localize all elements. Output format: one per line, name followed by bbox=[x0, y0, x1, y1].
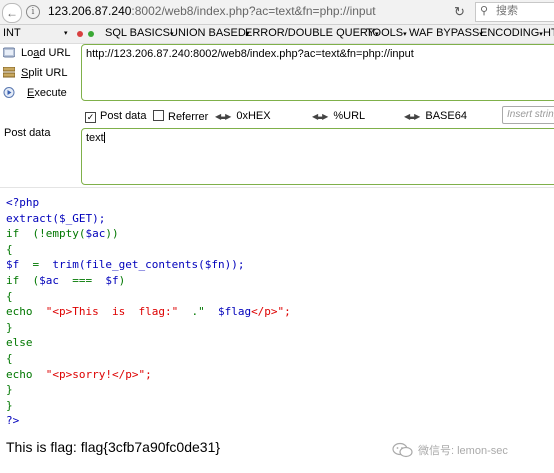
split-url-icon bbox=[3, 67, 15, 78]
hex-label: 0xHEX bbox=[236, 110, 271, 122]
menu-tools-label: TOOLS bbox=[366, 27, 404, 39]
reload-icon[interactable]: ↻ bbox=[454, 4, 465, 20]
hex-arrows-icon: ◀▬▶ bbox=[215, 112, 231, 121]
menu-encoding-label: ENCODING bbox=[480, 27, 540, 39]
execute-label: Execute bbox=[27, 87, 67, 99]
code-line-9: } bbox=[6, 320, 13, 334]
watermark-text: 微信号: lemon-sec bbox=[418, 445, 508, 457]
browser-url-bar: ← i 123.206.87.240:8002/web8/index.php?a… bbox=[0, 0, 554, 25]
type-select[interactable]: INT bbox=[3, 27, 21, 39]
load-url-button[interactable]: Load URL bbox=[3, 47, 71, 63]
search-icon: ⚲ bbox=[480, 5, 489, 17]
url-encode-label: %URL bbox=[333, 110, 366, 122]
address-field[interactable]: 123.206.87.240:8002/web8/index.php?ac=te… bbox=[48, 4, 376, 18]
post-data-textarea[interactable]: text bbox=[81, 128, 554, 185]
split-url-button[interactable]: Split URL bbox=[3, 67, 67, 83]
load-url-icon bbox=[3, 47, 15, 58]
referrer-checkbox[interactable]: Referrer bbox=[153, 110, 208, 123]
back-arrow-icon[interactable]: ← bbox=[2, 3, 22, 23]
menu-sql-basics-label: SQL BASICS bbox=[105, 27, 171, 39]
base64-control[interactable]: ◀▬▶ BASE64 bbox=[404, 110, 467, 122]
base64-label: BASE64 bbox=[425, 110, 467, 122]
code-line-13: } bbox=[6, 383, 13, 397]
menu-waf-bypass-label: WAF BYPASS bbox=[409, 27, 480, 39]
watermark: 微信号: lemon-sec bbox=[392, 442, 508, 458]
menu-waf-bypass[interactable]: WAF BYPASS▾ bbox=[409, 27, 483, 39]
search-box[interactable]: ⚲ bbox=[475, 2, 554, 22]
referrer-checkbox-label: Referrer bbox=[168, 111, 209, 123]
url-path: :8002/web8/index.php?ac=text&fn=php://in… bbox=[131, 4, 376, 18]
menu-sql-basics[interactable]: SQL BASICS▾ bbox=[105, 27, 174, 39]
green-dot-icon[interactable] bbox=[88, 31, 94, 37]
code-line-2: extract($_GET); bbox=[6, 211, 106, 225]
url-textarea[interactable]: http://123.206.87.240:8002/web8/index.ph… bbox=[81, 44, 554, 101]
php-source-code: <?php extract($_GET); if (!empty($ac)) {… bbox=[6, 195, 291, 429]
referrer-check-box bbox=[153, 110, 164, 121]
wechat-icon bbox=[392, 442, 413, 458]
url-textarea-value: http://123.206.87.240:8002/web8/index.ph… bbox=[86, 48, 414, 60]
code-line-11: { bbox=[6, 351, 13, 365]
type-select-value: INT bbox=[3, 27, 21, 39]
post-data-checkbox-label: Post data bbox=[100, 110, 147, 122]
code-line-3: if (!empty($ac)) bbox=[6, 227, 119, 241]
divider bbox=[0, 187, 554, 188]
hackbar-toolbar: INT ▾ SQL BASICS▾ UNION BASED▾ ERROR/DOU… bbox=[0, 25, 554, 44]
menu-error-double-query-label: ERROR/DOUBLE QUERY bbox=[245, 27, 375, 39]
post-data-label: Post data bbox=[4, 127, 51, 139]
type-select-caret-icon[interactable]: ▾ bbox=[64, 29, 68, 37]
code-line-1: <?php bbox=[6, 196, 40, 209]
url-encode-control[interactable]: ◀▬▶ %URL bbox=[312, 110, 365, 122]
code-line-15: ?> bbox=[6, 414, 20, 428]
code-line-6: if ($ac === $f) bbox=[6, 273, 126, 287]
base64-arrows-icon: ◀▬▶ bbox=[404, 112, 420, 121]
text-cursor bbox=[103, 132, 105, 143]
insert-string-placeholder: Insert string bbox=[507, 109, 554, 120]
code-line-8: echo "<p>This is flag:" ." $flag</p>"; bbox=[6, 305, 291, 319]
post-data-checkbox[interactable]: ✓ Post data bbox=[85, 110, 146, 123]
url-host: 123.206.87.240 bbox=[48, 4, 132, 18]
menu-union-based-label: UNION BASED bbox=[170, 27, 246, 39]
menu-ht[interactable]: HT bbox=[543, 27, 554, 39]
code-line-10: else bbox=[6, 336, 33, 350]
flag-output: This is flag: flag{3cfb7a90fc0de31} bbox=[6, 439, 221, 455]
post-data-value: text bbox=[86, 132, 104, 144]
insert-string-field[interactable]: Insert string bbox=[502, 106, 554, 124]
menu-encoding[interactable]: ENCODING▾ bbox=[480, 27, 543, 39]
url-arrows-icon: ◀▬▶ bbox=[312, 112, 328, 121]
execute-button[interactable]: Execute bbox=[3, 87, 67, 103]
execute-icon bbox=[3, 87, 15, 98]
code-line-14: } bbox=[6, 398, 13, 412]
search-input[interactable] bbox=[496, 4, 552, 17]
menu-error-double-query[interactable]: ERROR/DOUBLE QUERY▾ bbox=[245, 27, 379, 39]
menu-union-based[interactable]: UNION BASED▾ bbox=[170, 27, 249, 39]
code-line-7: { bbox=[6, 289, 13, 303]
split-url-label: Split URL bbox=[21, 67, 68, 79]
code-line-5: $f = trim(file_get_contents($fn)); bbox=[6, 258, 245, 272]
code-line-4: { bbox=[6, 242, 13, 256]
hex-encode-control[interactable]: ◀▬▶ 0xHEX bbox=[215, 110, 271, 122]
menu-ht-label: HT bbox=[543, 27, 554, 39]
info-icon[interactable]: i bbox=[26, 5, 40, 19]
menu-tools[interactable]: TOOLS▾ bbox=[366, 27, 407, 39]
code-line-12: echo "<p>sorry!</p>"; bbox=[6, 367, 152, 381]
post-data-check-icon: ✓ bbox=[85, 112, 96, 123]
load-url-label: Load URL bbox=[21, 47, 71, 59]
red-dot-icon[interactable] bbox=[77, 31, 83, 37]
